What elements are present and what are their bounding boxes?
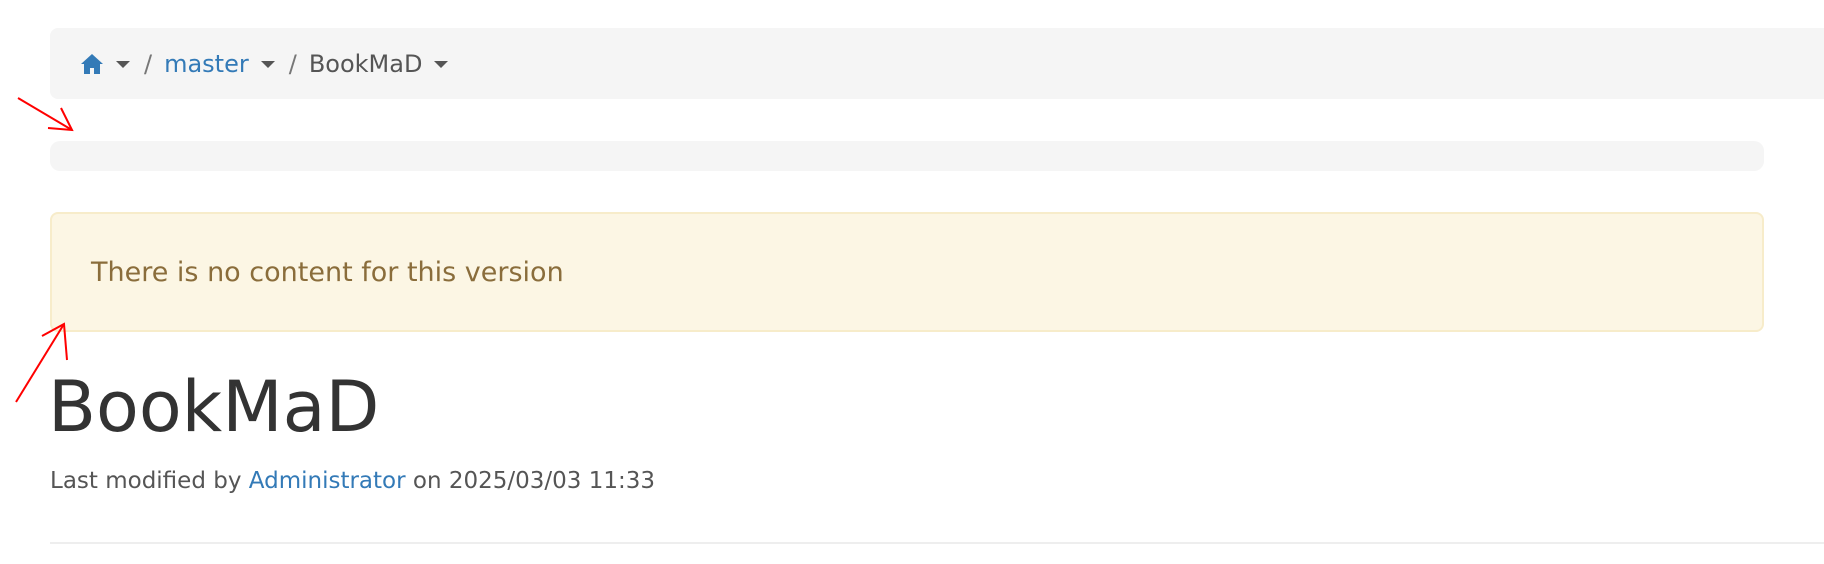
breadcrumb: / master / BookMaD (50, 28, 1824, 99)
meta-prefix: Last modified by (50, 468, 249, 494)
meta-middle: on (405, 468, 449, 494)
arrow-icon (17, 97, 74, 132)
breadcrumb-separator: / (144, 49, 153, 78)
breadcrumb-link-master[interactable]: master (164, 50, 249, 78)
breadcrumb-item-current: BookMaD (309, 50, 449, 78)
empty-toolbar (50, 141, 1764, 171)
breadcrumb-item-master[interactable]: master (164, 50, 275, 78)
no-content-alert: There is no content for this version (50, 212, 1764, 332)
current-dropdown-caret-icon[interactable] (434, 61, 449, 68)
page-title: BookMaD (48, 366, 380, 448)
page: / master / BookMaD There is no content f… (0, 0, 1824, 564)
breadcrumb-home[interactable] (80, 53, 130, 75)
home-dropdown-caret-icon[interactable] (116, 61, 130, 68)
home-icon[interactable] (80, 53, 104, 75)
divider (50, 542, 1824, 544)
modified-date: 2025/03/03 11:33 (448, 468, 656, 494)
master-dropdown-caret-icon[interactable] (260, 61, 275, 68)
breadcrumb-separator: / (288, 49, 297, 78)
last-modified-info: Last modified by Administrator on 2025/0… (50, 468, 655, 494)
alert-message: There is no content for this version (91, 256, 564, 288)
author-link[interactable]: Administrator (249, 468, 406, 494)
breadcrumb-current-label: BookMaD (308, 49, 423, 78)
